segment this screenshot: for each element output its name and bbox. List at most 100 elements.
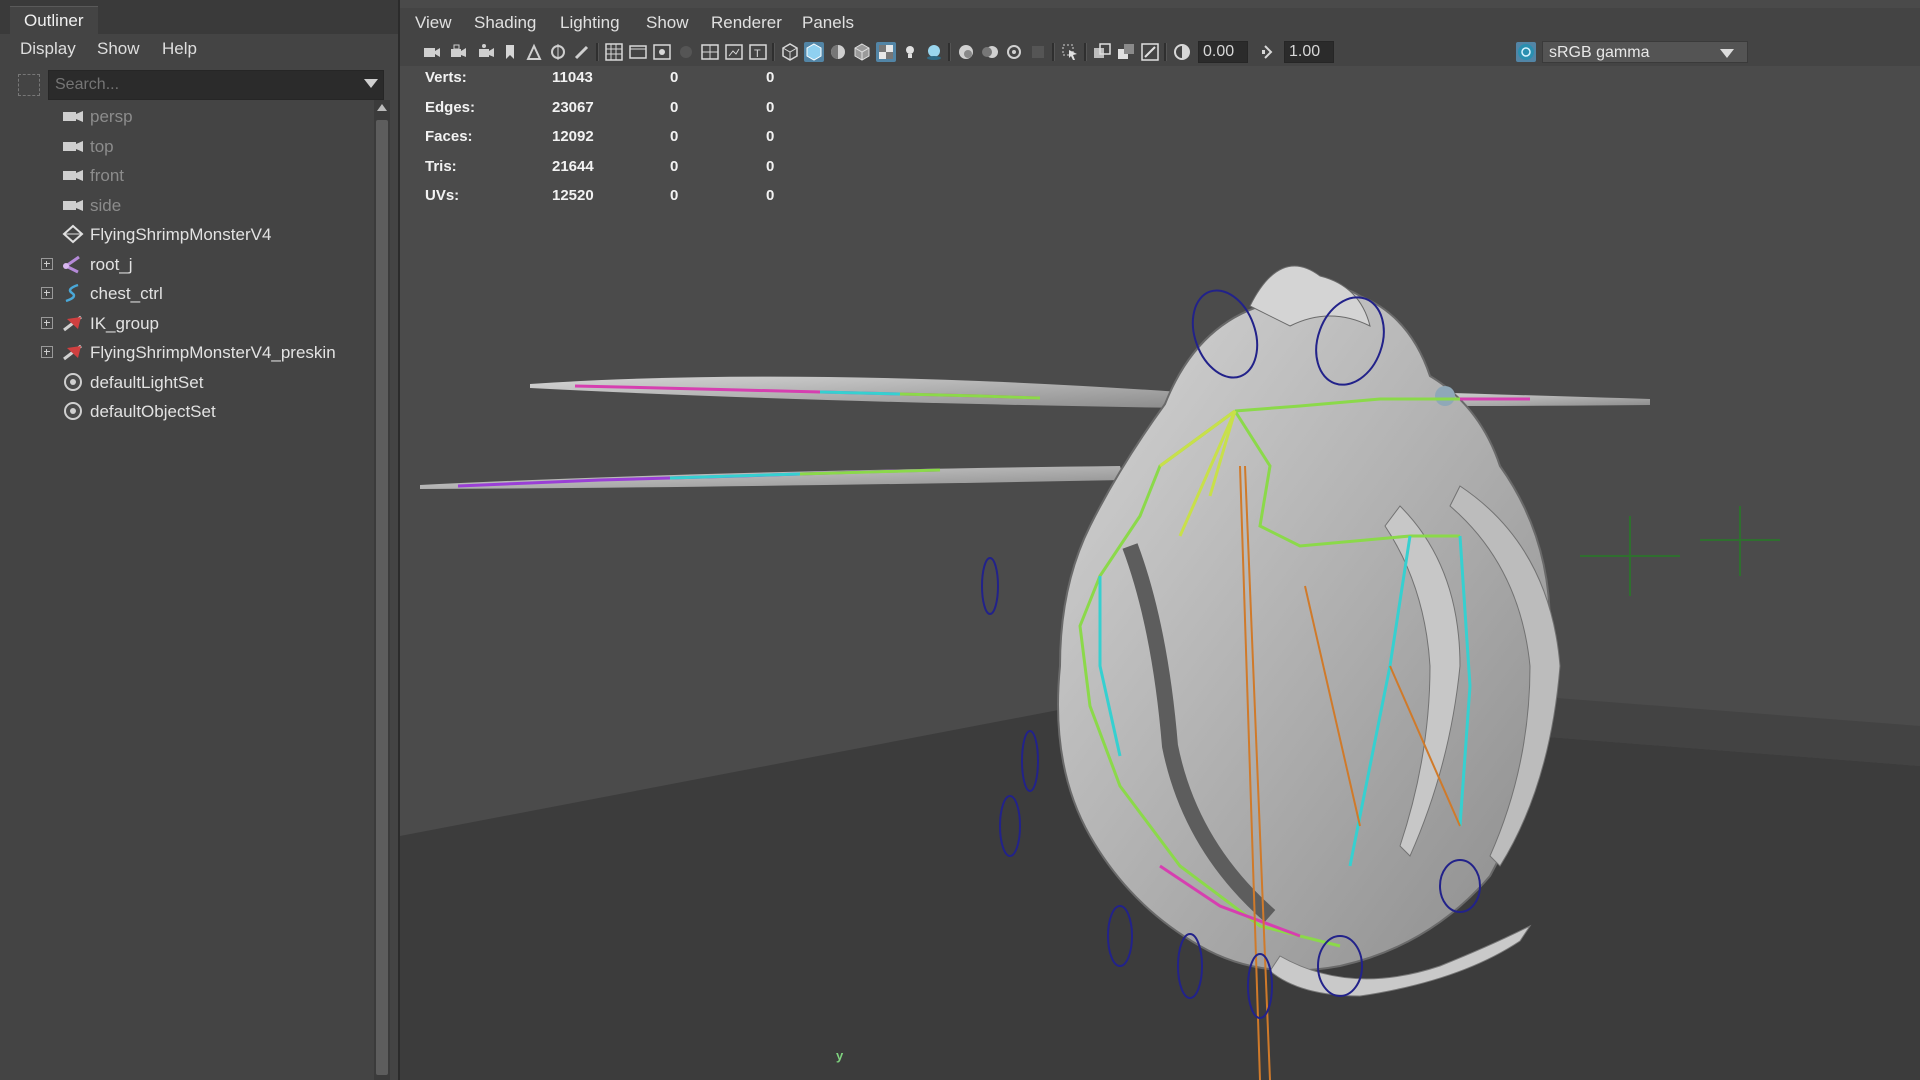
outliner-item[interactable]: defaultObjectSet <box>0 397 372 426</box>
joint-icon <box>62 254 84 274</box>
hud-value: 11043 <box>552 69 593 86</box>
hud-label: Tris: <box>425 157 457 175</box>
safe-action-icon[interactable] <box>724 42 744 62</box>
default-material-icon[interactable] <box>828 42 848 62</box>
wireframe-on-shaded-icon[interactable] <box>852 42 872 62</box>
gamma-field[interactable] <box>1284 41 1334 63</box>
smooth-shade-icon[interactable] <box>804 42 824 62</box>
grid-icon[interactable] <box>604 42 624 62</box>
outliner-scrollbar[interactable] <box>374 100 390 1080</box>
outliner-item[interactable]: FlyingShrimpMonsterV4 <box>0 220 372 249</box>
menu-show-viewport[interactable]: Show <box>646 8 689 38</box>
depth-of-field-icon[interactable] <box>1028 42 1048 62</box>
hud-value-selected: 0 <box>670 157 679 175</box>
search-input[interactable] <box>48 70 384 100</box>
search-dropdown-icon[interactable] <box>364 79 378 88</box>
mesh-icon <box>62 224 84 244</box>
xray-joints-icon[interactable] <box>1140 42 1160 62</box>
tab-outliner[interactable]: Outliner <box>10 6 98 35</box>
hud-value: 12520 <box>552 187 594 204</box>
hud-value-uv: 0 <box>766 157 775 175</box>
outliner-item[interactable]: root_j <box>0 250 372 279</box>
colorspace-select[interactable]: sRGB gamma <box>1542 41 1748 63</box>
toolbar-separator <box>948 43 951 61</box>
expand-plus-icon[interactable] <box>41 316 53 329</box>
viewport-panel[interactable]: View Shading Lighting Show Renderer Pane… <box>400 0 1920 1080</box>
outliner-item-label: root_j <box>90 254 133 274</box>
camera-icon <box>62 136 84 156</box>
exposure-field[interactable] <box>1198 41 1248 63</box>
field-chart-icon[interactable] <box>700 42 720 62</box>
hud-row: Tris: 21644 0 0 <box>425 157 774 186</box>
resolution-gate-icon[interactable] <box>652 42 672 62</box>
menu-view[interactable]: View <box>415 8 452 38</box>
grease-pencil-icon[interactable] <box>572 42 592 62</box>
menu-help[interactable]: Help <box>162 34 197 64</box>
hud-value-uv: 0 <box>766 69 775 86</box>
film-gate-icon[interactable] <box>628 42 648 62</box>
hud-label: Faces: <box>425 128 473 145</box>
menu-shading[interactable]: Shading <box>474 8 536 38</box>
screen-space-ao-icon[interactable] <box>956 42 976 62</box>
motion-blur-icon[interactable] <box>980 42 1000 62</box>
hud-value-selected: 0 <box>670 128 679 145</box>
shadows-icon[interactable] <box>924 42 944 62</box>
outliner-item-label: chest_ctrl <box>90 284 163 303</box>
menu-display[interactable]: Display <box>20 34 76 64</box>
menu-panels[interactable]: Panels <box>802 8 854 38</box>
outliner-item[interactable]: FlyingShrimpMonsterV4_preskin <box>0 338 372 367</box>
bookmark-icon[interactable] <box>500 42 520 62</box>
lock-camera-icon[interactable] <box>449 42 469 62</box>
outliner-item-label: FlyingShrimpMonsterV4 <box>90 225 272 244</box>
gate-mask-icon[interactable] <box>676 42 696 62</box>
textured-icon[interactable] <box>876 42 896 62</box>
gamma-icon[interactable] <box>1258 42 1278 62</box>
expand-plus-icon[interactable] <box>41 346 53 358</box>
hud-value-selected: 0 <box>670 69 679 86</box>
isolate-select-icon[interactable] <box>1060 42 1080 62</box>
menu-lighting[interactable]: Lighting <box>560 8 620 38</box>
outliner-item[interactable]: persp <box>0 102 372 131</box>
toolbar-separator <box>1052 43 1055 61</box>
expand-plus-icon[interactable] <box>41 257 53 270</box>
outliner-item[interactable]: IK_group <box>0 309 372 338</box>
safe-title-icon[interactable]: T <box>748 42 768 62</box>
outliner-tab-bar: Outliner <box>0 0 398 35</box>
outliner-item[interactable]: front <box>0 161 372 190</box>
outliner-item[interactable]: chest_ctrl <box>0 279 372 308</box>
twodpan-zoom-icon[interactable] <box>548 42 568 62</box>
xray-active-components-icon[interactable] <box>1116 42 1136 62</box>
hud-row: Edges: 23067 0 0 <box>425 98 774 127</box>
set-icon <box>62 401 84 421</box>
ik-group-icon <box>62 313 84 333</box>
use-all-lights-icon[interactable] <box>900 42 920 62</box>
camera-attributes-icon[interactable] <box>476 42 496 62</box>
viewport-scene[interactable] <box>400 66 1920 1080</box>
outliner-item[interactable]: side <box>0 191 372 220</box>
expand-plus-icon[interactable] <box>41 287 53 299</box>
outliner-item[interactable]: defaultLightSet <box>0 368 372 397</box>
set-icon <box>62 372 84 392</box>
menu-renderer[interactable]: Renderer <box>711 8 782 38</box>
menu-show[interactable]: Show <box>97 34 140 64</box>
scroll-up-icon[interactable] <box>377 104 387 111</box>
scroll-thumb[interactable] <box>376 120 388 1075</box>
toolbar-separator <box>1084 43 1087 61</box>
eye <box>1435 386 1455 406</box>
exposure-icon[interactable] <box>1172 42 1192 62</box>
hud-value: 12092 <box>552 128 594 145</box>
hud-value: 21644 <box>552 157 594 175</box>
filter-toggle-icon[interactable] <box>18 74 40 96</box>
hud-label: Verts: <box>425 69 467 86</box>
xray-icon[interactable] <box>1092 42 1112 62</box>
wireframe-icon[interactable] <box>780 42 800 62</box>
image-plane-icon[interactable] <box>524 42 544 62</box>
view-transform-icon[interactable] <box>1516 42 1536 62</box>
hud-row: UVs: 12520 0 0 <box>425 186 774 215</box>
outliner-item-label: persp <box>90 107 133 126</box>
panel-menu-bar: View Shading Lighting Show Renderer Pane… <box>400 8 1920 38</box>
outliner-item[interactable]: top <box>0 132 372 161</box>
select-camera-icon[interactable] <box>422 42 442 62</box>
multisample-aa-icon[interactable] <box>1004 42 1024 62</box>
chevron-down-icon[interactable] <box>1720 49 1734 58</box>
